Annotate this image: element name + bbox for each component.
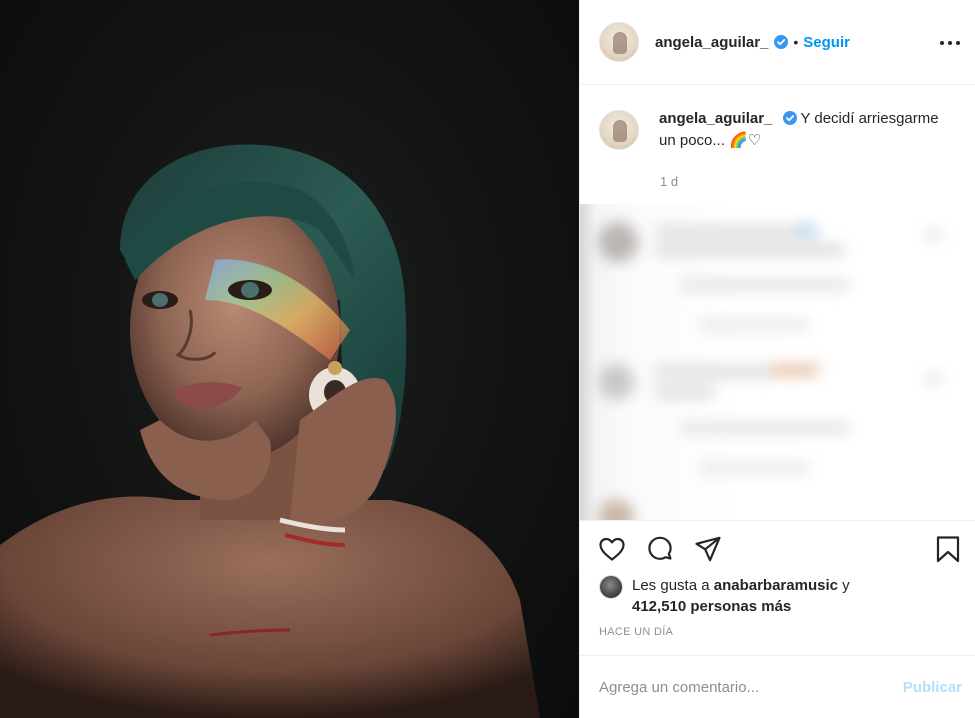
comment-line	[655, 366, 775, 378]
blurred-comments	[580, 204, 975, 520]
liker-username[interactable]: anabarbaramusic	[714, 577, 838, 594]
comment-input[interactable]	[599, 678, 903, 696]
caption-username[interactable]: angela_aguilar_	[659, 110, 772, 127]
more-dot	[940, 41, 944, 45]
heart-icon[interactable]	[597, 534, 627, 564]
likes-prefix: Les gusta a	[632, 577, 714, 594]
post-header: angela_aguilar_ • Seguir	[580, 0, 975, 85]
more-dot	[948, 41, 952, 45]
author-avatar[interactable]	[599, 22, 639, 62]
comment-line	[795, 224, 817, 236]
comment-line	[655, 244, 845, 256]
comment-line	[925, 372, 943, 384]
caption-timestamp[interactable]: 1 d	[660, 174, 678, 189]
comments-list[interactable]	[580, 204, 975, 520]
comment-line	[770, 364, 820, 376]
likes-middle: y	[837, 577, 850, 594]
action-bar	[580, 520, 975, 570]
post-date[interactable]: HACE UN DÍA	[599, 626, 673, 638]
comment-line	[680, 279, 850, 291]
comment-line	[700, 319, 810, 331]
verified-badge-icon	[782, 110, 797, 125]
comment-icon[interactable]	[645, 534, 675, 564]
comment-avatar	[598, 222, 638, 262]
separator-dot: •	[793, 34, 799, 50]
author-username[interactable]: angela_aguilar_	[655, 34, 768, 51]
caption-body: angela_aguilar_ Y decidí arriesgarme un …	[659, 108, 959, 152]
follow-button[interactable]: Seguir	[803, 34, 850, 51]
comment-line	[680, 422, 850, 434]
more-dot	[956, 41, 960, 45]
comment-line	[655, 386, 715, 398]
comment-line	[700, 462, 810, 474]
bookmark-icon[interactable]	[933, 534, 963, 564]
comment-line	[925, 229, 943, 241]
post-photo[interactable]	[0, 0, 579, 718]
likes-summary: Les gusta a anabarbaramusic y 412,510 pe…	[599, 575, 850, 617]
side-panel: angela_aguilar_ • Seguir angela_aguilar_	[579, 0, 975, 718]
likes-text: Les gusta a anabarbaramusic y 412,510 pe…	[632, 575, 850, 617]
comment-avatar	[598, 364, 634, 400]
likes-count[interactable]: 412,510 personas más	[632, 598, 791, 615]
post-caption: angela_aguilar_ Y decidí arriesgarme un …	[599, 108, 959, 152]
portrait-illustration	[0, 144, 540, 718]
verified-badge-icon	[774, 35, 789, 49]
comment-avatar	[598, 499, 634, 520]
comment-box: Publicar	[580, 655, 975, 718]
more-options-icon[interactable]	[940, 33, 960, 53]
publish-button[interactable]: Publicar	[903, 679, 962, 696]
caption-author-avatar[interactable]	[599, 110, 639, 150]
liker-avatar[interactable]	[599, 575, 623, 599]
send-icon[interactable]	[693, 534, 723, 564]
post-container: angela_aguilar_ • Seguir angela_aguilar_	[0, 0, 975, 718]
